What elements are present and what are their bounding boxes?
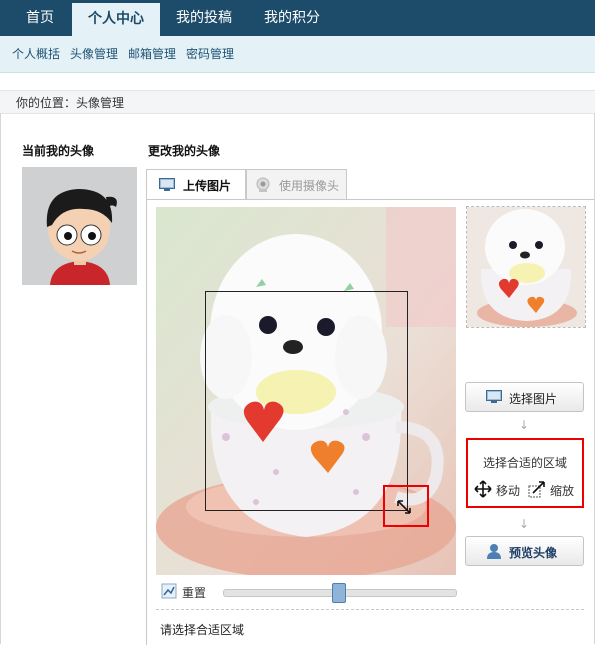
crop-instructions-title: 选择合适的区域 — [483, 456, 568, 470]
change-avatar-title: 更改我的头像 — [148, 144, 221, 158]
nav-tab-personal-center[interactable]: 个人中心 — [72, 3, 160, 36]
tab-upload-label: 上传图片 — [183, 179, 232, 193]
nav-tab-my-points[interactable]: 我的积分 — [250, 0, 334, 36]
subnav-item-password[interactable]: 密码管理 — [186, 36, 234, 72]
divider — [156, 609, 584, 610]
select-image-button[interactable]: 选择图片 — [465, 382, 584, 412]
tab-camera-label: 使用摄像头 — [279, 179, 340, 193]
subnav-item-avatar[interactable]: 头像管理 — [70, 36, 118, 72]
reset-label[interactable]: 重置 — [182, 584, 206, 601]
top-navigation: 首页 个人中心 我的投稿 我的积分 — [0, 0, 595, 36]
monitor-icon — [159, 178, 175, 191]
select-image-label: 选择图片 — [509, 392, 558, 406]
resize-icon — [528, 480, 546, 498]
arrow-down-icon: ↓ — [519, 517, 530, 531]
tab-use-camera[interactable]: 使用摄像头 — [246, 169, 347, 200]
current-avatar-title: 当前我的头像 — [22, 144, 95, 158]
breadcrumb: 你的位置：头像管理 — [0, 90, 595, 114]
move-label: 移动 — [496, 484, 521, 498]
webcam-icon — [255, 177, 271, 193]
sub-navigation: 个人概括 头像管理 邮箱管理 密码管理 — [0, 36, 595, 73]
move-arrows-icon — [474, 480, 492, 498]
preview-avatar-button[interactable]: 预览头像 — [465, 536, 584, 566]
resize-handle-highlight — [383, 485, 429, 527]
subnav-item-overview[interactable]: 个人概括 — [12, 36, 60, 72]
current-avatar-image — [22, 167, 137, 285]
preview-avatar-label: 预览头像 — [509, 546, 558, 560]
zoom-slider-thumb[interactable] — [332, 583, 346, 603]
crop-selection-box[interactable] — [205, 291, 408, 511]
subnav-item-email[interactable]: 邮箱管理 — [128, 36, 176, 72]
reset-icon[interactable] — [161, 583, 177, 599]
nav-tab-my-posts[interactable]: 我的投稿 — [162, 0, 246, 36]
user-icon — [486, 543, 502, 559]
content-border-left — [0, 113, 1, 644]
avatar-preview-thumbnail — [466, 206, 586, 328]
monitor-icon — [486, 390, 502, 403]
tab-upload-image[interactable]: 上传图片 — [146, 169, 246, 200]
zoom-label: 缩放 — [550, 484, 575, 498]
crop-instructions-box: 选择合适的区域 移动 缩放 — [466, 438, 584, 508]
arrow-down-icon: ↓ — [519, 418, 530, 432]
status-text: 请选择合适区域 — [160, 623, 245, 637]
nav-tab-home[interactable]: 首页 — [10, 0, 70, 36]
breadcrumb-text: 你的位置：头像管理 — [16, 96, 125, 110]
